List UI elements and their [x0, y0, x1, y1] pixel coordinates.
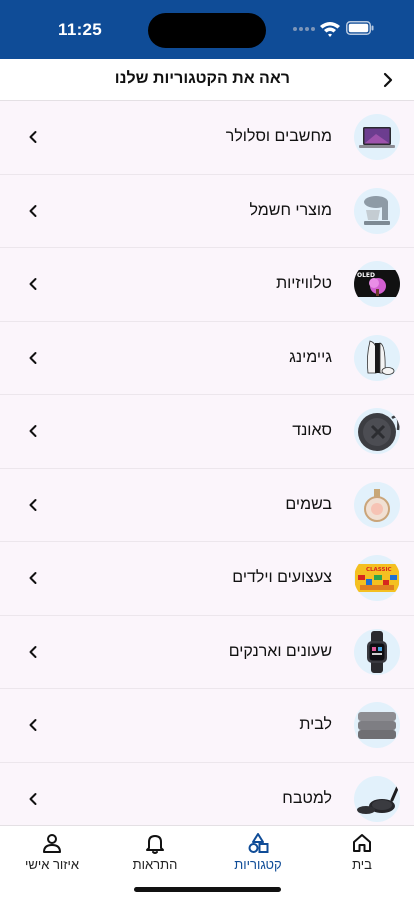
category-label: טלוויזיות [276, 275, 332, 292]
category-label: סאונד [292, 422, 332, 439]
stand-mixer-icon [354, 187, 400, 234]
chevron-left-icon [29, 351, 37, 364]
category-label: למטבח [282, 789, 332, 807]
category-row-sound[interactable]: סאונד [0, 395, 414, 469]
tab-home[interactable]: בית [322, 832, 402, 872]
towels-icon [354, 702, 400, 748]
tab-notifications[interactable]: התראות [115, 832, 195, 872]
bell-icon [146, 835, 164, 854]
category-label: שעונים וארנקים [228, 642, 332, 660]
back-arrow-icon[interactable] [380, 72, 396, 88]
category-row-home[interactable]: לבית [0, 689, 414, 763]
dynamic-island [148, 13, 266, 48]
category-row-watches[interactable]: שעונים וארנקים [0, 616, 414, 689]
category-row-kitchen[interactable]: למטבח [0, 763, 414, 826]
category-row-perfume[interactable]: בשמים [0, 469, 414, 542]
chevron-left-icon [29, 425, 37, 437]
wifi-icon [320, 22, 340, 37]
category-label: לבית [299, 716, 332, 733]
tab-label: בית [352, 857, 372, 872]
category-row-appliances[interactable]: מוצרי חשמל [0, 175, 414, 248]
category-label: מחשבים וסלולר [225, 128, 332, 145]
tab-categories[interactable]: קטגוריות [218, 832, 298, 872]
category-row-computers[interactable]: מחשבים וסלולר [0, 101, 414, 175]
category-label: מוצרי חשמל [249, 201, 332, 219]
chevron-left-icon [29, 498, 37, 511]
tab-label: התראות [132, 857, 178, 872]
speaker-icon [354, 408, 400, 454]
category-row-gaming[interactable]: גיימינג [0, 322, 414, 395]
categories-icon [248, 833, 269, 853]
battery-icon [346, 21, 374, 35]
game-console-icon [354, 334, 400, 381]
chevron-left-icon [29, 131, 37, 143]
tab-label: קטגוריות [234, 857, 282, 872]
cellular-signal-icon [293, 27, 315, 31]
chevron-left-icon [29, 719, 37, 731]
status-time: 11:25 [58, 20, 103, 39]
page-title: ראה את הקטגוריות שלנו [114, 70, 290, 87]
category-label: צעצועים וילדים [232, 569, 332, 586]
pans-icon [354, 775, 400, 822]
chevron-left-icon [29, 792, 37, 805]
category-row-toys[interactable]: CLASSIC צעצועים וילדים [0, 542, 414, 616]
smartwatch-icon [354, 628, 400, 675]
chevron-left-icon [29, 204, 37, 217]
perfume-bottle-icon [354, 481, 400, 528]
person-icon [43, 834, 61, 853]
television-icon: OLED [354, 261, 400, 307]
tab-label: איזור אישי [24, 857, 80, 872]
category-label: בשמים [285, 495, 332, 513]
status-bar: 11:25 [0, 0, 414, 59]
home-indicator [134, 887, 281, 892]
toy-badge: CLASSIC [366, 567, 392, 573]
category-label: גיימינג [289, 348, 332, 366]
toy-box-icon: CLASSIC [354, 555, 400, 601]
tab-personal-area[interactable]: איזור אישי [12, 832, 92, 872]
chevron-left-icon [29, 645, 37, 658]
home-icon [353, 834, 371, 852]
tab-bar: בית קטגוריות התראות איזור אישי [0, 825, 414, 900]
page-header: ראה את הקטגוריות שלנו [0, 59, 414, 101]
category-list: מחשבים וסלולר מוצרי חשמל OLED טלוויזיות [0, 101, 414, 825]
laptop-icon [354, 114, 400, 160]
category-row-tv[interactable]: OLED טלוויזיות [0, 248, 414, 322]
chevron-left-icon [29, 572, 37, 584]
tv-badge: OLED [357, 272, 375, 279]
chevron-left-icon [29, 278, 37, 290]
